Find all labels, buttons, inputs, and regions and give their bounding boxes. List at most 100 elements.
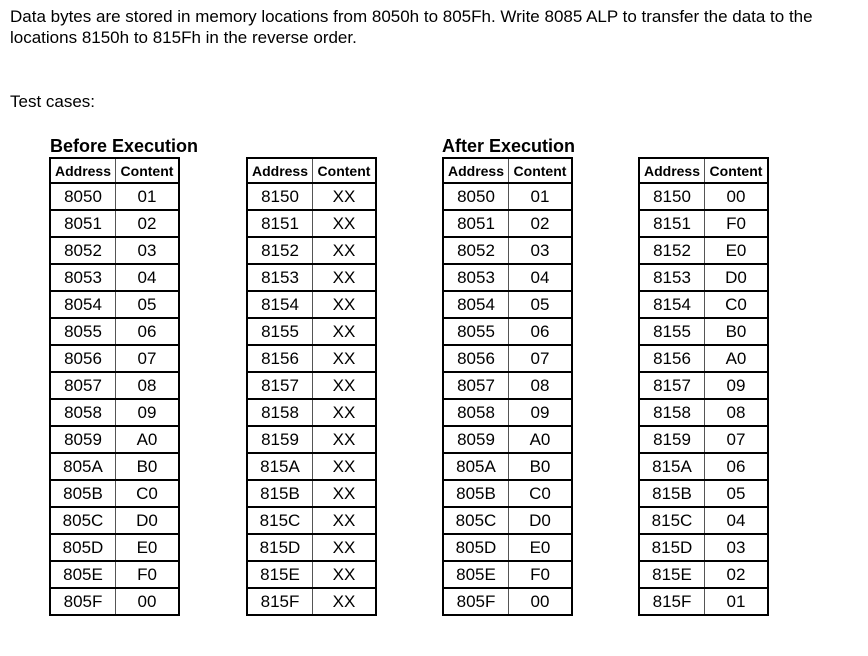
content-cell: A0 [508, 426, 572, 453]
table-row: 8055 06 [443, 318, 572, 345]
content-cell: 05 [508, 291, 572, 318]
address-cell: 8059 [443, 426, 509, 453]
before-source-table: Address Content 8050 01 8051 02 8052 03 8053 04 80… [49, 157, 180, 616]
table-row: 805E F0 [443, 561, 572, 588]
table-row: 805E F0 [50, 561, 179, 588]
content-cell: 07 [508, 345, 572, 372]
address-cell: 8051 [50, 210, 116, 237]
content-cell: XX [312, 534, 376, 561]
content-cell: XX [312, 507, 376, 534]
table-row: 8158 08 [639, 399, 768, 426]
table-row: 8055 06 [50, 318, 179, 345]
address-cell: 8159 [247, 426, 313, 453]
content-cell: C0 [704, 291, 768, 318]
content-cell: XX [312, 183, 376, 210]
address-cell: 8050 [50, 183, 116, 210]
content-cell: 01 [704, 588, 768, 615]
address-header: Address [443, 158, 509, 183]
table-row: 8052 03 [443, 237, 572, 264]
table-row: 8050 01 [50, 183, 179, 210]
address-cell: 815F [639, 588, 705, 615]
table-row: 805B C0 [50, 480, 179, 507]
address-cell: 805C [443, 507, 509, 534]
content-header: Content [508, 158, 572, 183]
table-row: 8053 04 [50, 264, 179, 291]
before-execution-title: Before Execution [50, 136, 199, 156]
address-cell: 815F [247, 588, 313, 615]
content-cell: 02 [508, 210, 572, 237]
table-row: 8150 00 [639, 183, 768, 210]
address-cell: 8054 [50, 291, 116, 318]
address-cell: 815A [639, 453, 705, 480]
content-cell: D0 [508, 507, 572, 534]
address-cell: 8154 [247, 291, 313, 318]
table-row: 805F 00 [50, 588, 179, 615]
table-row: 815D 03 [639, 534, 768, 561]
address-cell: 8056 [50, 345, 116, 372]
content-cell: B0 [508, 453, 572, 480]
address-cell: 805A [443, 453, 509, 480]
table-row: 815A XX [247, 453, 376, 480]
table-row: 8056 07 [443, 345, 572, 372]
table-row: 805D E0 [443, 534, 572, 561]
address-cell: 805E [443, 561, 509, 588]
table-row: 8059 A0 [50, 426, 179, 453]
address-cell: 8050 [443, 183, 509, 210]
table-row: 815F XX [247, 588, 376, 615]
address-header: Address [247, 158, 313, 183]
content-cell: 03 [115, 237, 179, 264]
address-cell: 8158 [639, 399, 705, 426]
table-row: 8054 05 [50, 291, 179, 318]
address-cell: 8157 [639, 372, 705, 399]
content-cell: E0 [704, 237, 768, 264]
address-cell: 8055 [50, 318, 116, 345]
content-cell: F0 [115, 561, 179, 588]
content-cell: 08 [115, 372, 179, 399]
address-cell: 8153 [247, 264, 313, 291]
table-row: 8051 02 [443, 210, 572, 237]
address-cell: 815B [639, 480, 705, 507]
content-cell: 03 [508, 237, 572, 264]
content-cell: XX [312, 399, 376, 426]
address-cell: 8150 [639, 183, 705, 210]
table-row: 815E 02 [639, 561, 768, 588]
table-row: 8057 08 [50, 372, 179, 399]
content-cell: 04 [704, 507, 768, 534]
address-cell: 805F [443, 588, 509, 615]
content-cell: XX [312, 372, 376, 399]
address-cell: 8058 [443, 399, 509, 426]
table-row: 8050 01 [443, 183, 572, 210]
address-cell: 815D [247, 534, 313, 561]
content-cell: 05 [704, 480, 768, 507]
header-row: Address Content [50, 158, 179, 183]
content-cell: 09 [704, 372, 768, 399]
content-cell: 02 [115, 210, 179, 237]
table-row: 8058 09 [50, 399, 179, 426]
address-cell: 8057 [443, 372, 509, 399]
content-cell: B0 [704, 318, 768, 345]
address-cell: 805E [50, 561, 116, 588]
content-cell: D0 [704, 264, 768, 291]
address-header: Address [639, 158, 705, 183]
table-row: 8151 F0 [639, 210, 768, 237]
table-row: 805B C0 [443, 480, 572, 507]
table-row: 8159 07 [639, 426, 768, 453]
address-cell: 8156 [247, 345, 313, 372]
table-row: 8154 XX [247, 291, 376, 318]
content-cell: B0 [115, 453, 179, 480]
content-cell: XX [312, 345, 376, 372]
content-cell: 06 [508, 318, 572, 345]
table-row: 8156 XX [247, 345, 376, 372]
table-row: 805C D0 [50, 507, 179, 534]
content-cell: C0 [508, 480, 572, 507]
address-cell: 815C [247, 507, 313, 534]
address-cell: 805F [50, 588, 116, 615]
header-row: Address Content [247, 158, 376, 183]
table-row: 8159 XX [247, 426, 376, 453]
table-row: 815C XX [247, 507, 376, 534]
address-cell: 805B [443, 480, 509, 507]
table-row: 8150 XX [247, 183, 376, 210]
after-source-table: Address Content 8050 01 8051 02 8052 03 8053 04 80… [442, 157, 573, 616]
address-cell: 8157 [247, 372, 313, 399]
address-cell: 8059 [50, 426, 116, 453]
